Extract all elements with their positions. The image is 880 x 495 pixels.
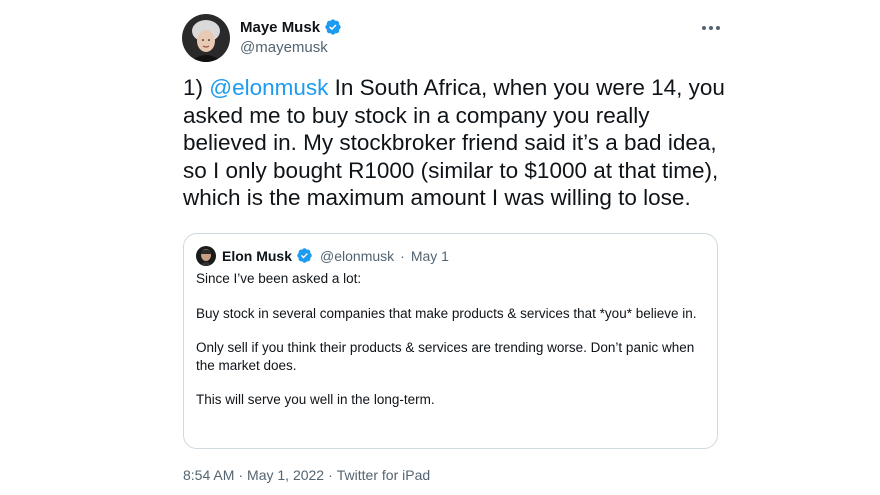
footer-separator: · — [328, 467, 333, 483]
tweet-text: 1) @elonmusk In South Africa, when you w… — [183, 74, 728, 212]
quoted-author-avatar — [196, 246, 216, 266]
author-avatar[interactable] — [182, 14, 230, 62]
quoted-paragraph: Buy stock in several companies that make… — [196, 305, 697, 321]
quoted-tweet-card[interactable]: Elon Musk @elonmusk · May 1 Since I’ve b… — [183, 233, 718, 449]
quoted-paragraph: Only sell if you think their products & … — [196, 340, 695, 373]
quoted-date: May 1 — [410, 248, 449, 264]
quoted-tweet-body: Since I’ve been asked a lot: Buy stock i… — [196, 270, 706, 426]
quoted-author-name: Elon Musk — [222, 248, 293, 264]
tweet-date[interactable]: May 1, 2022 — [247, 467, 324, 483]
tweet-time[interactable]: 8:54 AM — [183, 467, 234, 483]
tweet-source[interactable]: Twitter for iPad — [337, 467, 430, 483]
tweet-text-prefix: 1) — [183, 75, 210, 100]
quoted-paragraph: This will serve you well in the long-ter… — [196, 392, 435, 407]
verified-badge-icon — [296, 247, 314, 265]
tweet: Maye Musk @mayemusk 1) @elonmusk In Sout… — [0, 0, 880, 495]
author-handle[interactable]: @mayemusk — [240, 39, 328, 56]
quoted-paragraph: Since I’ve been asked a lot: — [196, 271, 362, 286]
avatar-image — [182, 14, 230, 62]
quoted-tweet-header: Elon Musk @elonmusk · May 1 — [196, 246, 449, 266]
quoted-separator: · — [400, 248, 405, 264]
verified-badge-icon — [324, 18, 342, 36]
quoted-author-handle: @elonmusk — [320, 248, 395, 264]
author-name-row[interactable]: Maye Musk — [240, 18, 342, 36]
more-horizontal-icon — [702, 26, 720, 30]
more-options-button[interactable] — [697, 14, 725, 42]
author-name[interactable]: Maye Musk — [240, 19, 320, 36]
mention-link[interactable]: @elonmusk — [209, 75, 328, 100]
footer-separator: · — [238, 467, 244, 483]
tweet-footer: 8:54 AM · May 1, 2022 · Twitter for iPad — [183, 467, 430, 483]
